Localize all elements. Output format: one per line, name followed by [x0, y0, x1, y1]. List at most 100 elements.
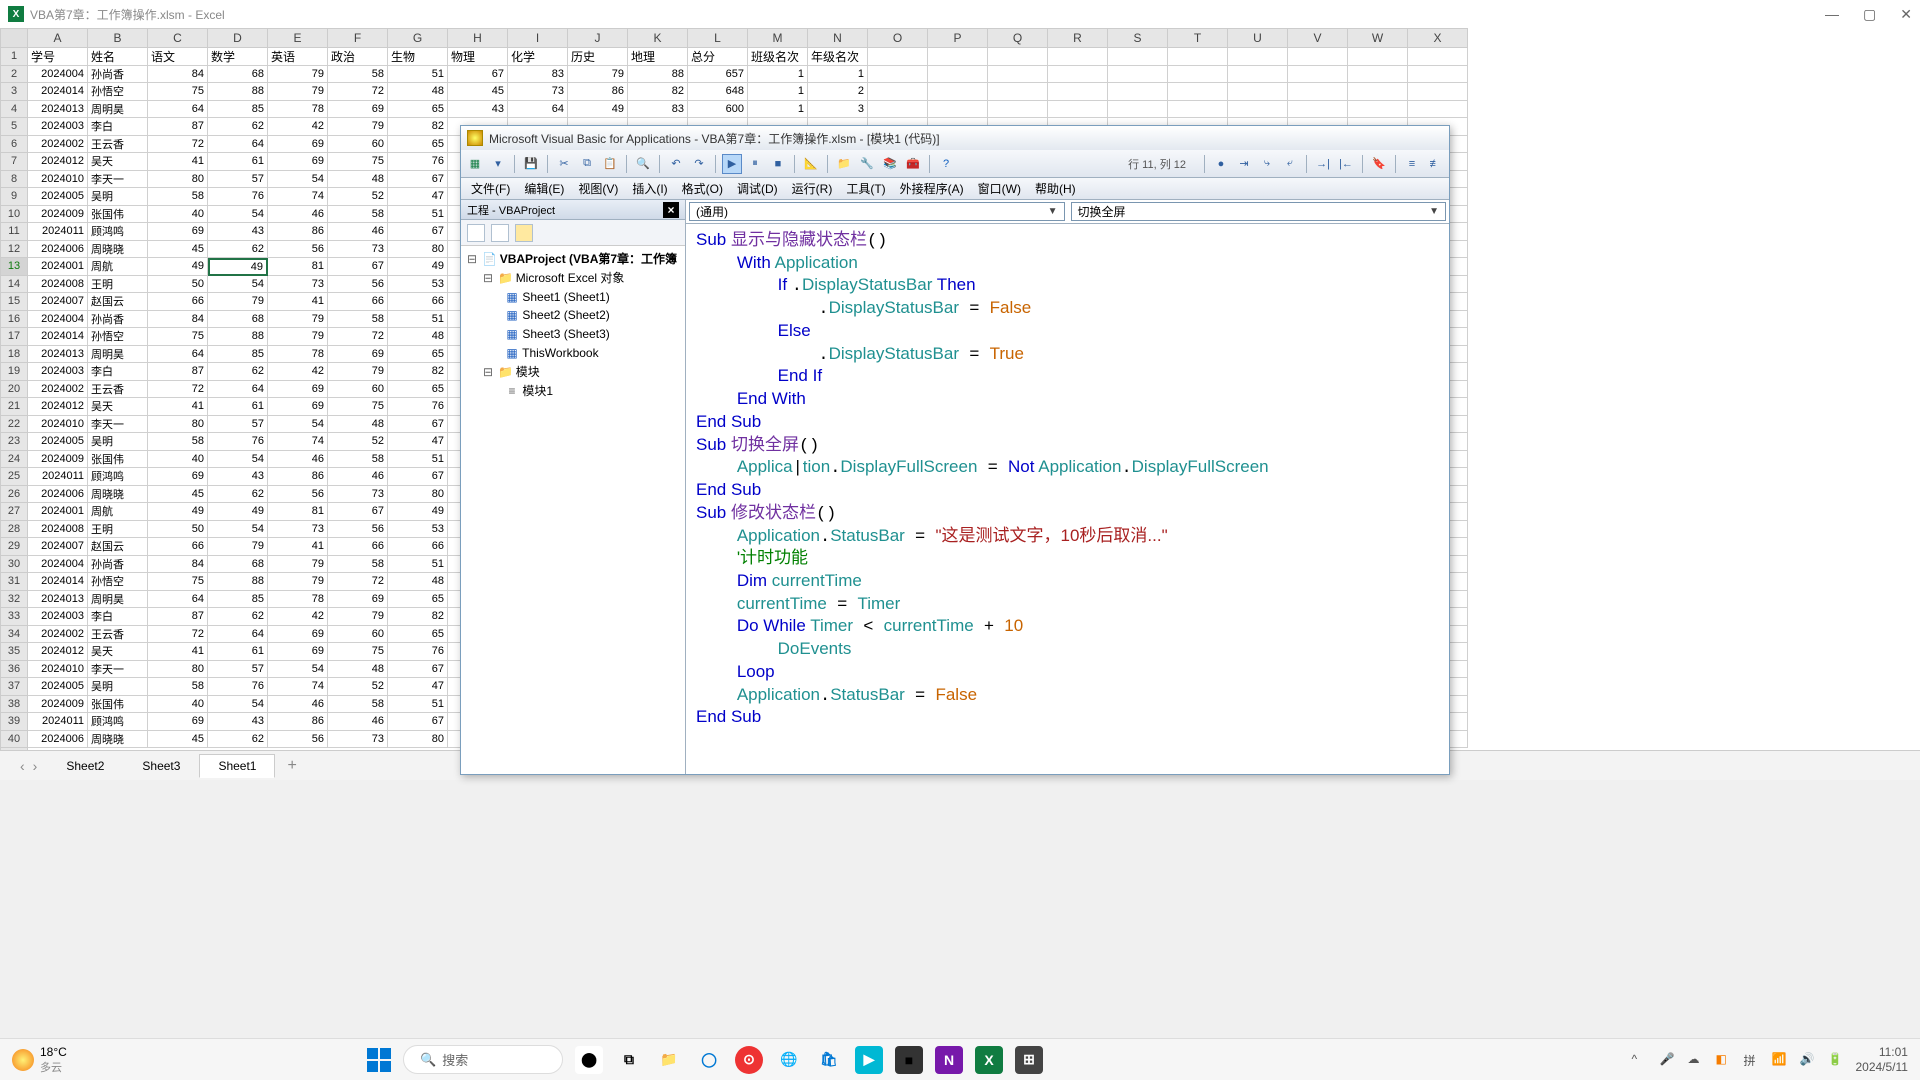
taskbar-excel-icon[interactable]: X	[975, 1046, 1003, 1074]
cell[interactable]: 李白	[88, 118, 148, 136]
toggle-breakpoint-icon[interactable]: ●	[1211, 154, 1231, 174]
cell[interactable]: 69	[268, 398, 328, 416]
cell[interactable]: 57	[208, 416, 268, 434]
copy-icon[interactable]: ⧉	[577, 154, 597, 174]
row-header[interactable]: 31	[0, 573, 28, 591]
row-header[interactable]: 19	[0, 363, 28, 381]
column-header[interactable]: C	[148, 28, 208, 48]
cell[interactable]: 42	[268, 118, 328, 136]
cell[interactable]: 2024011	[28, 468, 88, 486]
close-button[interactable]: ✕	[1900, 6, 1912, 23]
cell[interactable]: 58	[328, 66, 388, 84]
cell[interactable]: 吴明	[88, 433, 148, 451]
cell[interactable]: 地理	[628, 48, 688, 66]
sheet-tab[interactable]: Sheet3	[123, 754, 199, 778]
cell[interactable]: 79	[328, 363, 388, 381]
cell[interactable]: 2024009	[28, 696, 88, 714]
cell[interactable]: 76	[208, 678, 268, 696]
cell[interactable]: 班级名次	[748, 48, 808, 66]
cell[interactable]: 69	[148, 713, 208, 731]
cell[interactable]: 45	[148, 241, 208, 259]
step-over-icon[interactable]: ⤷	[1257, 154, 1277, 174]
row-header[interactable]: 37	[0, 678, 28, 696]
cell[interactable]: 2024011	[28, 713, 88, 731]
cell[interactable]: 总分	[688, 48, 748, 66]
row-header[interactable]: 40	[0, 731, 28, 749]
cell[interactable]: 56	[268, 241, 328, 259]
cell[interactable]: 65	[388, 101, 448, 119]
vba-titlebar[interactable]: Microsoft Visual Basic for Applications …	[461, 126, 1449, 150]
cell[interactable]: 88	[208, 83, 268, 101]
cell[interactable]: 李天一	[88, 171, 148, 189]
cell[interactable]: 62	[208, 241, 268, 259]
cell[interactable]: 孙悟空	[88, 573, 148, 591]
cell[interactable]	[1228, 83, 1288, 101]
cell[interactable]: 88	[628, 66, 688, 84]
cell[interactable]: 76	[388, 153, 448, 171]
row-header[interactable]: 3	[0, 83, 28, 101]
cell[interactable]: 51	[388, 556, 448, 574]
cell[interactable]: 46	[268, 696, 328, 714]
cell[interactable]: 吴天	[88, 643, 148, 661]
tray-datetime[interactable]: 11:01 2024/5/11	[1855, 1045, 1908, 1074]
column-header[interactable]: X	[1408, 28, 1468, 48]
cell[interactable]: 67	[388, 661, 448, 679]
cell[interactable]: 79	[328, 608, 388, 626]
weather-widget[interactable]: 18°C 多云	[0, 1045, 79, 1075]
cell[interactable]	[928, 101, 988, 119]
cell[interactable]: 周航	[88, 258, 148, 276]
cell[interactable]: 张国伟	[88, 451, 148, 469]
cell[interactable]: 数学	[208, 48, 268, 66]
cell[interactable]: 52	[328, 678, 388, 696]
tray-onedrive-icon[interactable]: ☁	[1687, 1052, 1703, 1068]
tree-sheet2[interactable]: ▦ Sheet2 (Sheet2)	[465, 306, 681, 325]
outdent-icon[interactable]: |←	[1336, 154, 1356, 174]
cell[interactable]: 2024006	[28, 486, 88, 504]
cell[interactable]: 2024003	[28, 363, 88, 381]
toggle-folders-icon[interactable]	[515, 224, 533, 242]
column-header[interactable]: V	[1288, 28, 1348, 48]
cell[interactable]: 85	[208, 591, 268, 609]
cell[interactable]: 48	[328, 171, 388, 189]
row-header[interactable]: 27	[0, 503, 28, 521]
row-header[interactable]: 24	[0, 451, 28, 469]
cell[interactable]: 46	[328, 713, 388, 731]
cell[interactable]: 75	[148, 573, 208, 591]
sheet-tab[interactable]: Sheet2	[47, 754, 123, 778]
cell[interactable]: 2024001	[28, 258, 88, 276]
row-header[interactable]: 5	[0, 118, 28, 136]
cell[interactable]: 2024003	[28, 118, 88, 136]
cell[interactable]: 81	[268, 503, 328, 521]
cell[interactable]: 62	[208, 118, 268, 136]
cell[interactable]: 1	[748, 101, 808, 119]
taskbar-search[interactable]: 🔍 搜索	[403, 1045, 563, 1074]
cell[interactable]: 46	[268, 451, 328, 469]
cell[interactable]: 79	[268, 573, 328, 591]
cell[interactable]	[1108, 101, 1168, 119]
save-icon[interactable]: 💾	[521, 154, 541, 174]
cell[interactable]: 657	[688, 66, 748, 84]
vba-menu-item[interactable]: 编辑(E)	[518, 178, 570, 199]
cell[interactable]	[1048, 48, 1108, 66]
cell[interactable]: 49	[208, 503, 268, 521]
cell[interactable]: 58	[328, 311, 388, 329]
cell[interactable]	[928, 48, 988, 66]
cell[interactable]	[1288, 66, 1348, 84]
cell[interactable]: 2024003	[28, 608, 88, 626]
cell[interactable]: 58	[328, 696, 388, 714]
cell[interactable]: 78	[268, 101, 328, 119]
cell[interactable]: 74	[268, 678, 328, 696]
cell[interactable]: 87	[148, 608, 208, 626]
cell[interactable]: 65	[388, 346, 448, 364]
cell[interactable]: 82	[628, 83, 688, 101]
column-header[interactable]: D	[208, 28, 268, 48]
cell[interactable]: 顾鸿鸣	[88, 223, 148, 241]
cell[interactable]: 顾鸿鸣	[88, 713, 148, 731]
minimize-button[interactable]: —	[1825, 6, 1839, 23]
cell[interactable]: 王明	[88, 276, 148, 294]
tree-sheet1[interactable]: ▦ Sheet1 (Sheet1)	[465, 288, 681, 307]
taskbar-taskview-icon[interactable]: ⧉	[615, 1046, 643, 1074]
cell[interactable]	[1288, 83, 1348, 101]
cell[interactable]: 69	[328, 101, 388, 119]
tree-thisworkbook[interactable]: ▦ ThisWorkbook	[465, 344, 681, 363]
